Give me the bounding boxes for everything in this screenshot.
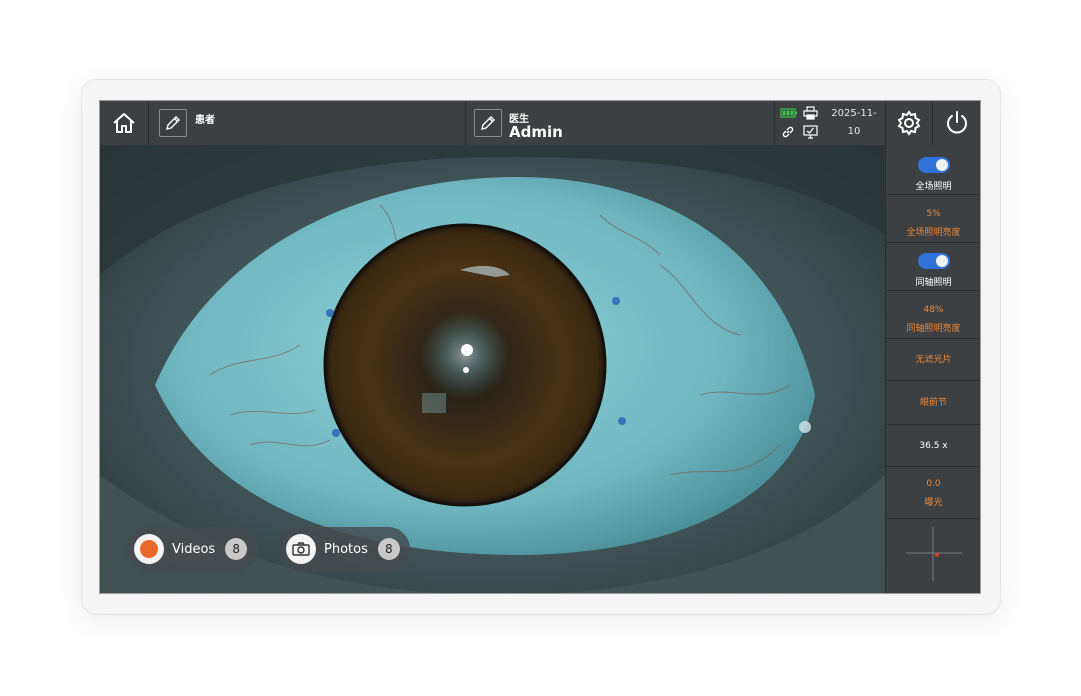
- photos-label: Photos: [324, 541, 368, 557]
- coaxial-brightness[interactable]: 48% 同轴照明亮度: [886, 291, 980, 339]
- photos-button[interactable]: Photos 8: [278, 527, 410, 571]
- full-field-brightness[interactable]: 5% 全场照明亮度: [886, 195, 980, 243]
- segment-selector[interactable]: 眼前节: [886, 381, 980, 425]
- settings-button[interactable]: [886, 101, 932, 145]
- exposure-label: 曝光: [924, 498, 943, 508]
- position-joystick[interactable]: [886, 519, 980, 593]
- coaxial-light-label: 同轴照明: [915, 278, 952, 288]
- filter-selector[interactable]: 无滤光片: [886, 339, 980, 381]
- battery-icon: [780, 108, 797, 118]
- toggle-switch[interactable]: [917, 253, 950, 269]
- videos-count: 8: [225, 538, 248, 560]
- power-icon: [946, 111, 967, 134]
- home-icon: [113, 113, 135, 133]
- pencil-icon: [481, 116, 495, 130]
- coaxial-brightness-value: 48%: [923, 305, 944, 315]
- control-sidebar: 全场照明 5% 全场照明亮度 同轴照明 48% 同轴照明亮度 无滤光片 眼前节 …: [885, 145, 980, 593]
- videos-button[interactable]: Videos 8: [126, 527, 258, 571]
- patient-label: 患者: [195, 115, 215, 126]
- power-button[interactable]: [933, 101, 980, 145]
- exposure-value: 0.0: [926, 479, 941, 489]
- gear-icon: [897, 110, 921, 136]
- toggle-switch[interactable]: [917, 157, 950, 173]
- date-text: 2025-11-10: [831, 108, 877, 137]
- edit-doctor-button[interactable]: [473, 101, 503, 145]
- pencil-icon: [166, 116, 180, 130]
- link-icon: [782, 126, 794, 138]
- record-icon: [134, 534, 164, 564]
- crosshair-icon: [906, 527, 962, 581]
- camera-icon: [286, 534, 316, 564]
- full-field-brightness-label: 全场照明亮度: [906, 228, 961, 238]
- exposure-control[interactable]: 0.0 曝光: [886, 467, 980, 519]
- full-field-light-label: 全场照明: [915, 182, 952, 192]
- coaxial-light-toggle[interactable]: 同轴照明: [886, 243, 980, 291]
- status-icons: [780, 105, 824, 141]
- magnification-value[interactable]: 36.5 x: [886, 425, 980, 467]
- coaxial-brightness-label: 同轴照明亮度: [906, 324, 961, 334]
- doctor-name: Admin: [509, 123, 563, 141]
- monitor-icon: [803, 125, 818, 139]
- home-button[interactable]: [100, 101, 148, 145]
- photos-count: 8: [377, 538, 400, 560]
- top-bar: 患者 医生 Admin 2025-11-10: [100, 101, 980, 155]
- printer-icon: [803, 106, 818, 120]
- videos-label: Videos: [172, 541, 216, 557]
- edit-patient-button[interactable]: [158, 101, 188, 145]
- screen: 患者 医生 Admin 2025-11-10 全场照明 5% 全场照明亮度 同轴…: [99, 100, 981, 594]
- full-field-light-toggle[interactable]: 全场照明: [886, 145, 980, 195]
- full-field-brightness-value: 5%: [926, 209, 941, 219]
